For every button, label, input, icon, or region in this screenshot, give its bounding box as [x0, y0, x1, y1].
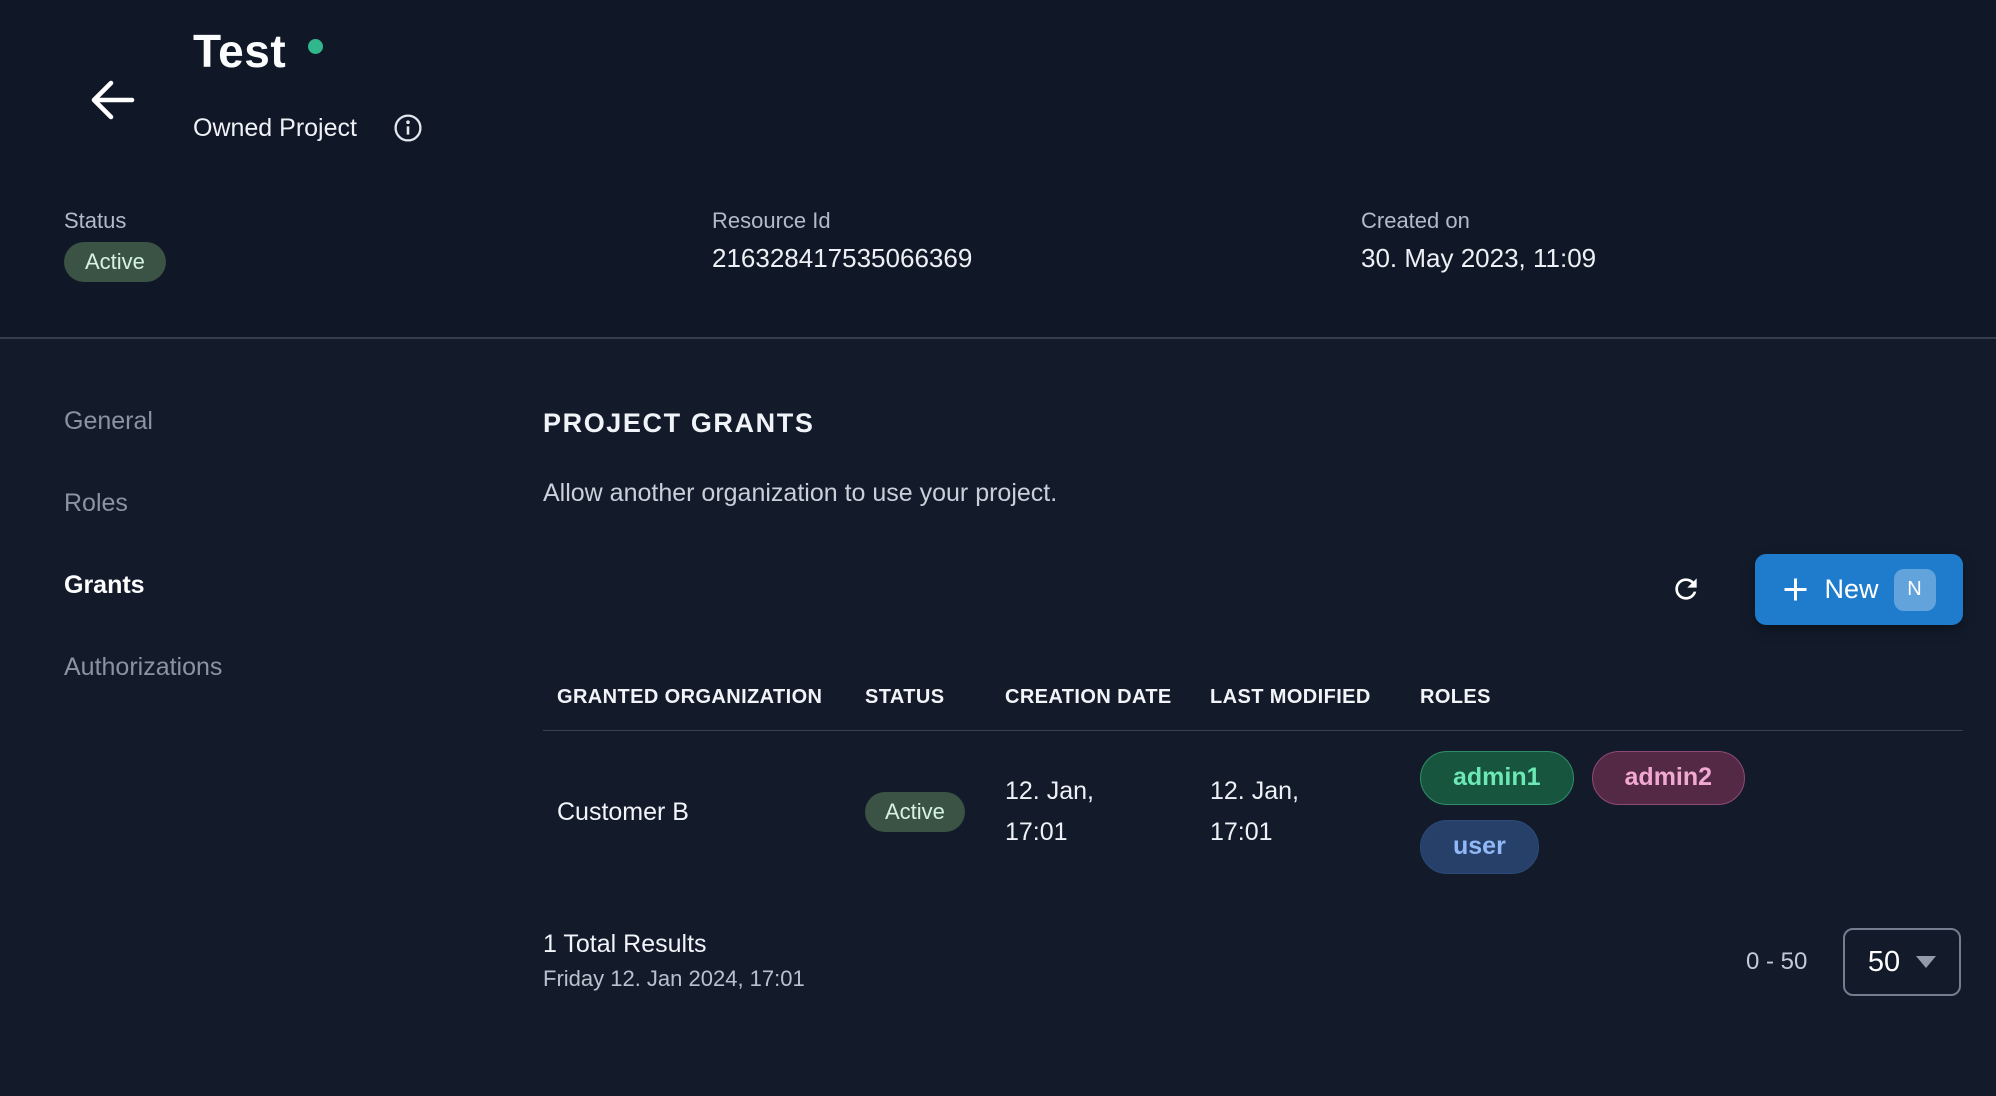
status-label: Status — [64, 208, 166, 234]
pagination-range: 0 - 50 — [1746, 948, 1807, 976]
creation-date-line1: 12. Jan, — [1005, 771, 1210, 812]
status-cell: Active — [865, 792, 1005, 832]
column-creation-date: CREATION DATE — [1005, 686, 1210, 709]
results-timestamp: Friday 12. Jan 2024, 17:01 — [543, 966, 805, 992]
table-row[interactable]: Customer B Active 12. Jan, 17:01 12. Jan… — [543, 731, 1963, 893]
meta-status: Status Active — [64, 208, 166, 282]
page-size-value: 50 — [1868, 946, 1900, 979]
sidebar-item-authorizations[interactable]: Authorizations — [64, 653, 222, 682]
page-title: Test — [193, 24, 286, 78]
project-header: Test Owned Project Status Active Resourc… — [0, 0, 1996, 339]
total-results-label: 1 Total Results — [543, 930, 805, 959]
column-status: STATUS — [865, 686, 1005, 709]
sidebar-item-roles[interactable]: Roles — [64, 489, 128, 518]
last-modified-line2: 17:01 — [1210, 812, 1420, 853]
granted-organization-cell: Customer B — [543, 798, 865, 827]
meta-resource-id: Resource Id 216328417535066369 — [712, 208, 972, 274]
arrow-back-icon — [88, 78, 136, 122]
info-button[interactable] — [393, 113, 423, 143]
results-summary: 1 Total Results Friday 12. Jan 2024, 17:… — [543, 930, 805, 992]
project-type-label: Owned Project — [193, 114, 357, 143]
grants-table: GRANTED ORGANIZATION STATUS CREATION DAT… — [543, 664, 1963, 893]
title-row: Test — [193, 24, 323, 78]
creation-date-cell: 12. Jan, 17:01 — [1005, 771, 1210, 853]
section-title: PROJECT GRANTS — [543, 408, 814, 439]
project-detail-page: Test Owned Project Status Active Resourc… — [0, 0, 1996, 1096]
role-chip-admin1[interactable]: admin1 — [1420, 751, 1574, 805]
status-badge: Active — [64, 242, 166, 282]
page-size-select[interactable]: 50 — [1843, 928, 1961, 996]
sidebar-item-grants[interactable]: Grants — [64, 571, 145, 600]
created-on-value: 30. May 2023, 11:09 — [1361, 243, 1596, 274]
meta-created-on: Created on 30. May 2023, 11:09 — [1361, 208, 1596, 274]
refresh-icon — [1670, 573, 1702, 605]
back-button[interactable] — [86, 74, 138, 126]
subtitle-row: Owned Project — [193, 113, 423, 143]
role-chip-admin2[interactable]: admin2 — [1592, 751, 1746, 805]
last-modified-cell: 12. Jan, 17:01 — [1210, 771, 1420, 853]
active-state-dot-icon — [308, 39, 323, 54]
created-on-label: Created on — [1361, 208, 1596, 234]
column-roles: ROLES — [1420, 686, 1963, 709]
new-grant-button[interactable]: New N — [1755, 554, 1963, 625]
sidebar-item-general[interactable]: General — [64, 407, 153, 436]
column-last-modified: LAST MODIFIED — [1210, 686, 1420, 709]
grant-status-badge: Active — [865, 792, 965, 832]
resource-id-label: Resource Id — [712, 208, 972, 234]
role-chip-user[interactable]: user — [1420, 820, 1539, 874]
column-granted-organization: GRANTED ORGANIZATION — [543, 686, 865, 709]
chevron-down-icon — [1916, 956, 1936, 968]
keyboard-shortcut-badge: N — [1894, 569, 1936, 611]
plus-icon — [1782, 576, 1809, 603]
roles-cell: admin1 admin2 user — [1420, 751, 1772, 874]
new-grant-button-label: New — [1824, 574, 1878, 605]
last-modified-line1: 12. Jan, — [1210, 771, 1420, 812]
resource-id-value: 216328417535066369 — [712, 243, 972, 274]
refresh-button[interactable] — [1666, 569, 1706, 609]
table-header-row: GRANTED ORGANIZATION STATUS CREATION DAT… — [543, 664, 1963, 731]
info-icon — [393, 113, 423, 143]
creation-date-line2: 17:01 — [1005, 812, 1210, 853]
section-description: Allow another organization to use your p… — [543, 479, 1057, 508]
